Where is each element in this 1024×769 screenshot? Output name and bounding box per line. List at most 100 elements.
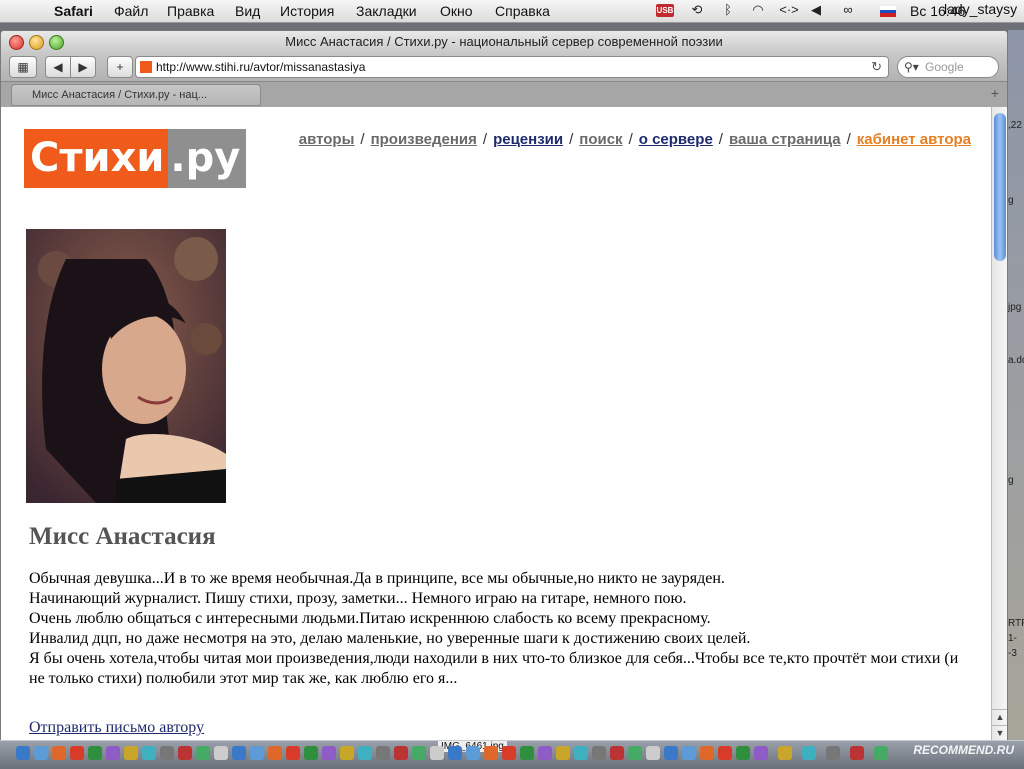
dock-app-icon[interactable] bbox=[34, 746, 48, 760]
dock-app-icon[interactable] bbox=[322, 746, 336, 760]
nav-works[interactable]: произведения bbox=[371, 131, 477, 148]
scroll-down-arrow-icon[interactable]: ▼ bbox=[992, 725, 1007, 741]
dock-app-icon[interactable] bbox=[736, 746, 750, 760]
dock-app-icon[interactable] bbox=[232, 746, 246, 760]
desktop-label[interactable]: jpg bbox=[1008, 302, 1021, 313]
dock-app-icon[interactable] bbox=[718, 746, 732, 760]
dock-app-icon[interactable] bbox=[628, 746, 642, 760]
menubar-user[interactable]: lady_staysy bbox=[944, 1, 1017, 17]
russian-flag-icon[interactable] bbox=[880, 6, 896, 17]
dock-app-icon[interactable] bbox=[754, 746, 768, 760]
dock-app-icon[interactable] bbox=[52, 746, 66, 760]
tab-current[interactable]: Мисс Анастасия / Стихи.ру - нац... bbox=[11, 84, 261, 106]
new-tab-icon[interactable]: + bbox=[991, 85, 999, 101]
dock-app-icon[interactable] bbox=[160, 746, 174, 760]
binoculars-icon[interactable]: ∞ bbox=[840, 2, 856, 18]
dock-app-icon[interactable] bbox=[124, 746, 138, 760]
scrollbar-thumb[interactable] bbox=[994, 113, 1006, 261]
dock-app-icon[interactable] bbox=[88, 746, 102, 760]
dock-app-icon[interactable] bbox=[304, 746, 318, 760]
desktop-label[interactable]: 1- bbox=[1008, 633, 1017, 644]
dock-app-icon[interactable] bbox=[556, 746, 570, 760]
desktop-label[interactable]: RTF bbox=[1008, 618, 1024, 629]
nav-author-cabinet[interactable]: кабинет автора bbox=[857, 131, 971, 148]
dock-app-icon[interactable] bbox=[196, 746, 210, 760]
nav-your-page[interactable]: ваша страница bbox=[729, 131, 841, 148]
dock-app-icon[interactable] bbox=[286, 746, 300, 760]
zoom-window-button[interactable] bbox=[49, 35, 64, 50]
close-window-button[interactable] bbox=[9, 35, 24, 50]
dock-app-icon[interactable] bbox=[214, 746, 228, 760]
dock-app-icon[interactable] bbox=[250, 746, 264, 760]
nav-reviews[interactable]: рецензии bbox=[493, 131, 563, 148]
site-logo[interactable]: Стихи .ру bbox=[24, 129, 247, 188]
minimize-window-button[interactable] bbox=[29, 35, 44, 50]
menu-help[interactable]: Справка bbox=[495, 3, 550, 19]
desktop-label[interactable]: -3 bbox=[1008, 648, 1017, 659]
menu-window[interactable]: Окно bbox=[440, 3, 473, 19]
menu-file[interactable]: Файл bbox=[114, 3, 148, 19]
dock-app-icon[interactable] bbox=[340, 746, 354, 760]
forward-button[interactable]: ▶ bbox=[70, 56, 96, 78]
vertical-scrollbar[interactable]: ▲ ▼ bbox=[991, 107, 1007, 741]
dock-app-icon[interactable] bbox=[178, 746, 192, 760]
search-field[interactable]: ⚲▾ Google bbox=[897, 56, 999, 78]
usb-icon[interactable]: USB bbox=[656, 4, 674, 17]
desktop-edge: ,22 g jpg a.dc g RTF 1- -3 bbox=[1008, 30, 1024, 740]
dock-app-icon[interactable] bbox=[574, 746, 588, 760]
address-text[interactable]: http://www.stihi.ru/avtor/missanastasiya bbox=[156, 57, 365, 77]
wifi-icon[interactable]: ◠ bbox=[748, 2, 768, 18]
dock-app-icon[interactable] bbox=[268, 746, 282, 760]
dock-app-icon[interactable] bbox=[466, 746, 480, 760]
dock-app-icon[interactable] bbox=[430, 746, 444, 760]
dock-app-icon[interactable] bbox=[802, 746, 816, 760]
dock-app-icon[interactable] bbox=[682, 746, 696, 760]
dock-app-icon[interactable] bbox=[874, 746, 888, 760]
reload-icon[interactable]: ↻ bbox=[871, 57, 882, 77]
dock-app-icon[interactable] bbox=[16, 746, 30, 760]
dock-app-icon[interactable] bbox=[826, 746, 840, 760]
dock-app-icon[interactable] bbox=[358, 746, 372, 760]
dock-app-icon[interactable] bbox=[700, 746, 714, 760]
menu-view[interactable]: Вид bbox=[235, 3, 260, 19]
bluetooth-icon[interactable]: ᛒ bbox=[720, 2, 736, 18]
dock-app-icon[interactable] bbox=[376, 746, 390, 760]
dock-app-icon[interactable] bbox=[610, 746, 624, 760]
menu-safari[interactable]: Safari bbox=[54, 3, 93, 19]
time-machine-icon[interactable]: ⟲ bbox=[689, 2, 705, 18]
nav-separator: / bbox=[569, 131, 574, 148]
desktop-label[interactable]: a.dc bbox=[1008, 355, 1024, 366]
dock-app-icon[interactable] bbox=[448, 746, 462, 760]
dock-app-icon[interactable] bbox=[520, 746, 534, 760]
dock-app-icon[interactable] bbox=[646, 746, 660, 760]
back-button[interactable]: ◀ bbox=[45, 56, 71, 78]
network-arrows-icon[interactable]: <·> bbox=[778, 2, 800, 18]
dock-app-icon[interactable] bbox=[778, 746, 792, 760]
dock-app-icon[interactable] bbox=[106, 746, 120, 760]
desktop-label[interactable]: g bbox=[1008, 195, 1014, 206]
dock-app-icon[interactable] bbox=[664, 746, 678, 760]
menu-history[interactable]: История bbox=[280, 3, 334, 19]
dock-app-icon[interactable] bbox=[412, 746, 426, 760]
send-mail-link[interactable]: Отправить письмо автору bbox=[29, 719, 204, 737]
nav-authors[interactable]: авторы bbox=[299, 131, 355, 148]
dock-app-icon[interactable] bbox=[394, 746, 408, 760]
menu-bookmarks[interactable]: Закладки bbox=[356, 3, 417, 19]
address-bar[interactable]: http://www.stihi.ru/avtor/missanastasiya… bbox=[135, 56, 889, 78]
scroll-up-arrow-icon[interactable]: ▲ bbox=[992, 709, 1007, 725]
desktop-label[interactable]: ,22 bbox=[1008, 120, 1022, 131]
dock-app-icon[interactable] bbox=[70, 746, 84, 760]
dock-app-icon[interactable] bbox=[502, 746, 516, 760]
nav-about[interactable]: о сервере bbox=[639, 131, 713, 148]
dock-app-icon[interactable] bbox=[484, 746, 498, 760]
add-bookmark-button[interactable]: + bbox=[107, 56, 133, 78]
dock-app-icon[interactable] bbox=[142, 746, 156, 760]
dock-app-icon[interactable] bbox=[592, 746, 606, 760]
dock-app-icon[interactable] bbox=[850, 746, 864, 760]
nav-search[interactable]: поиск bbox=[579, 131, 622, 148]
volume-icon[interactable]: ◀ bbox=[808, 2, 824, 18]
desktop-label[interactable]: g bbox=[1008, 475, 1014, 486]
top-sites-grid-icon[interactable]: ▦ bbox=[9, 56, 37, 78]
menu-edit[interactable]: Правка bbox=[167, 3, 214, 19]
dock-app-icon[interactable] bbox=[538, 746, 552, 760]
